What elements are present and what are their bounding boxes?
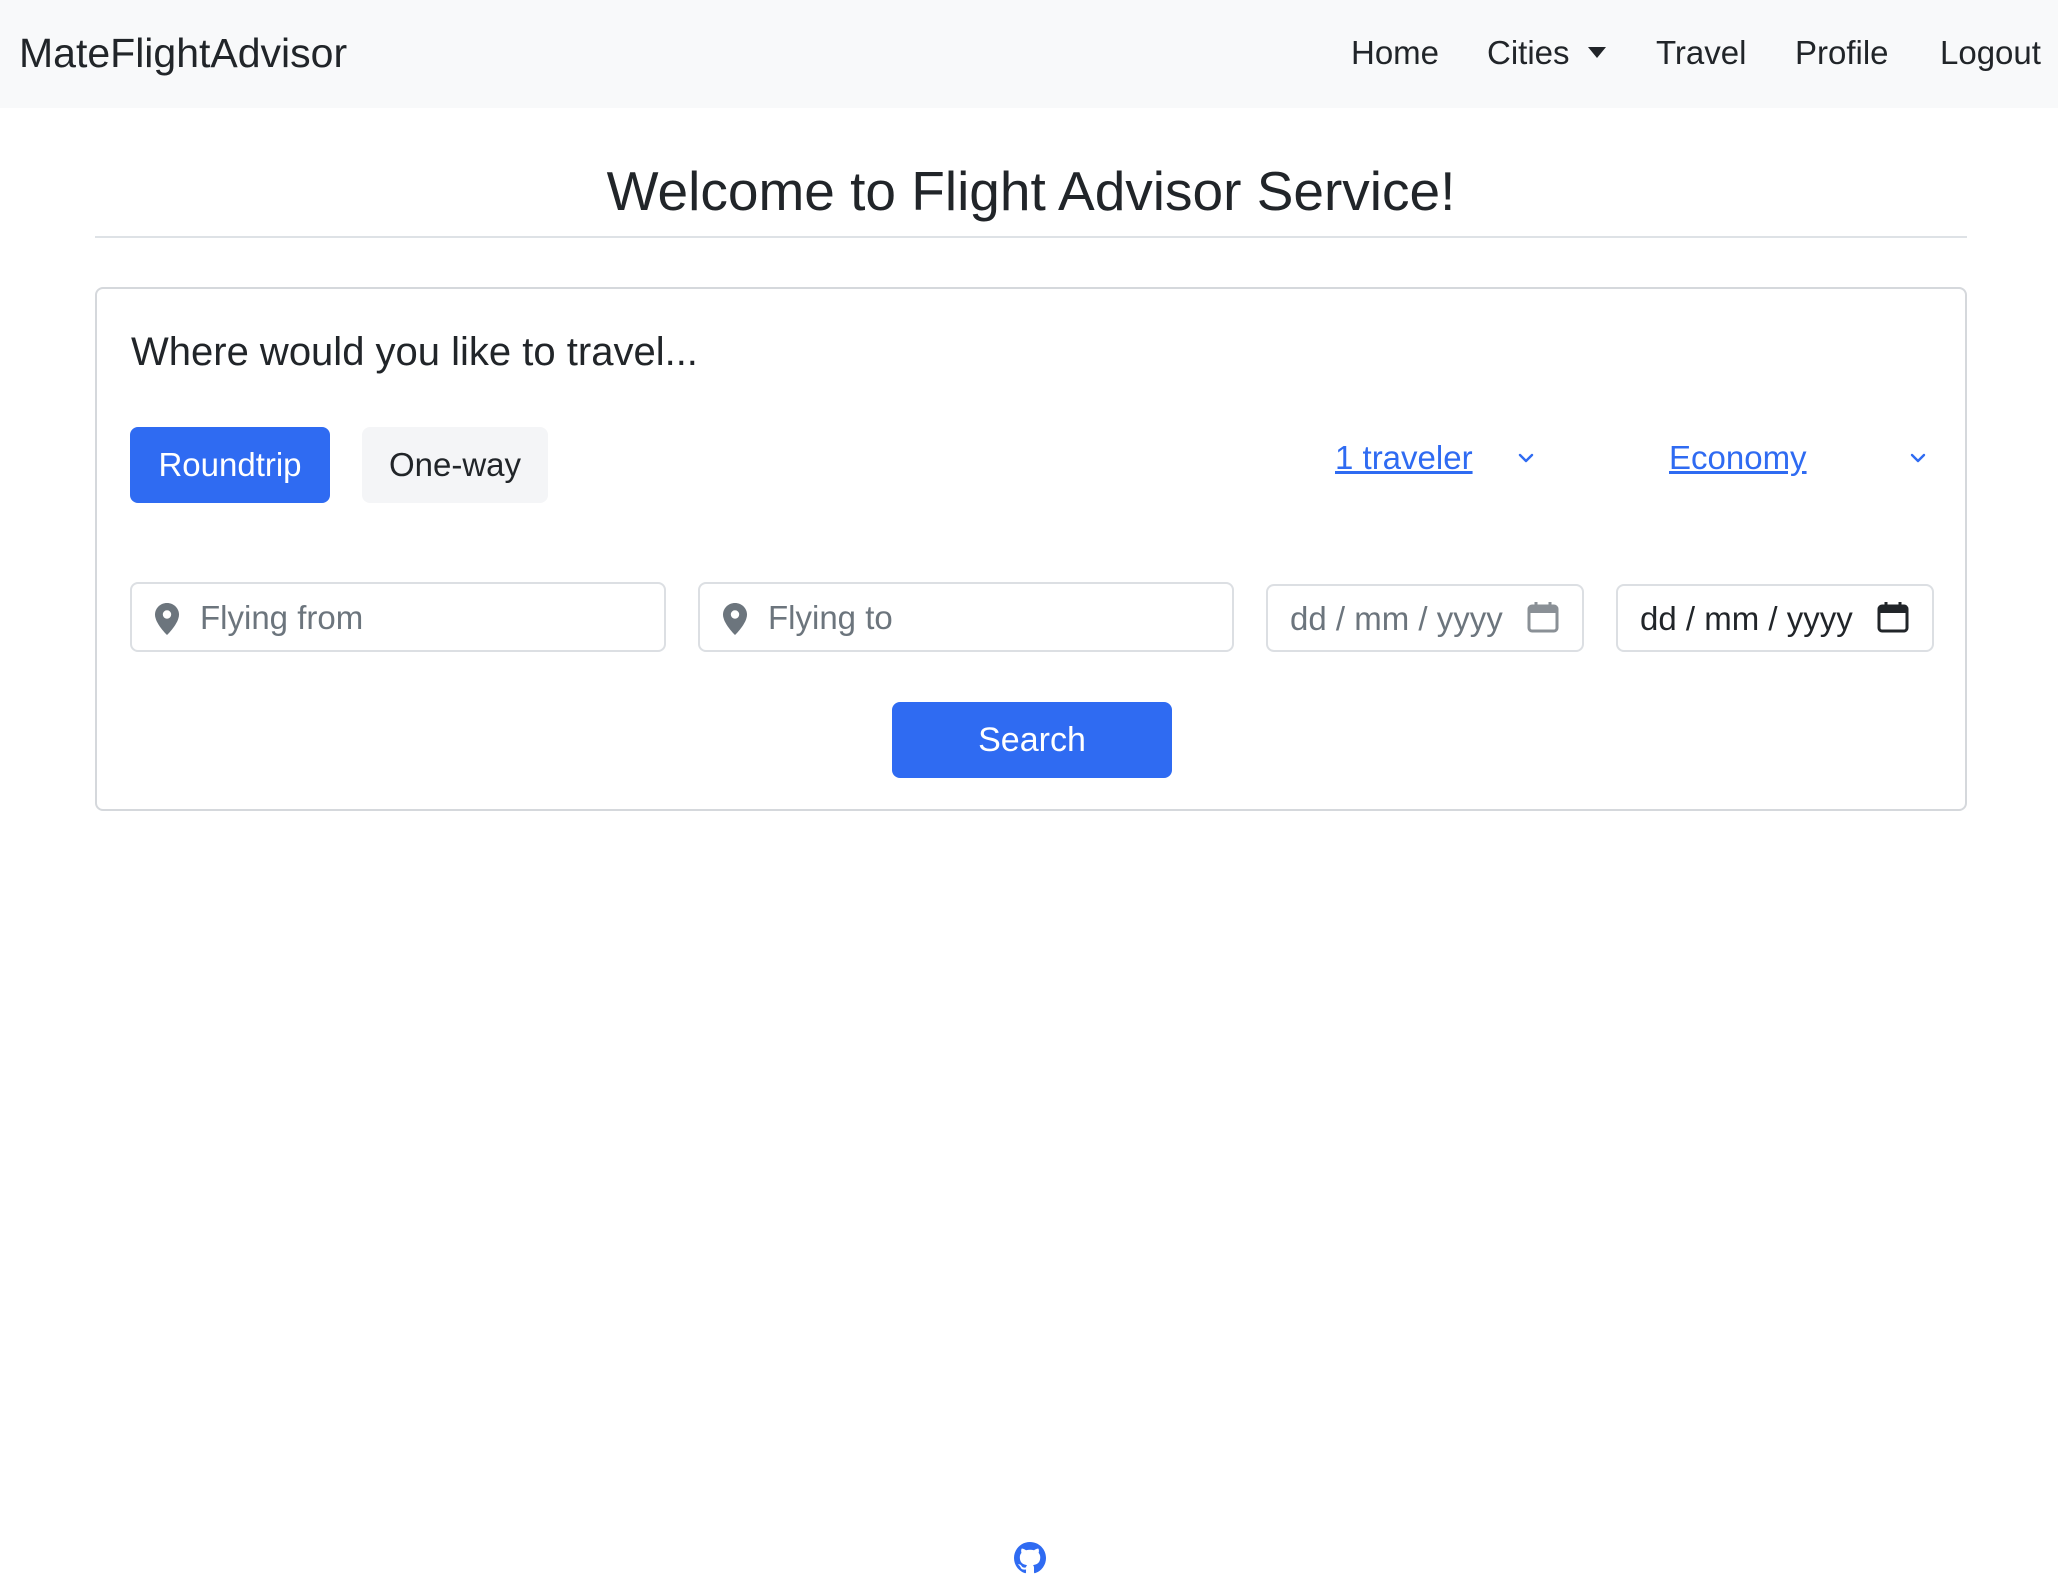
- brand-link[interactable]: MateFlightAdvisor: [19, 28, 347, 78]
- nav-cities-dropdown[interactable]: Cities: [1487, 30, 1606, 76]
- flying-from-input[interactable]: [200, 594, 640, 642]
- departure-date-input[interactable]: dd / mm / yyyy: [1266, 584, 1584, 652]
- roundtrip-button[interactable]: Roundtrip: [130, 427, 330, 503]
- top-navbar: MateFlightAdvisor Home Cities Travel Pro…: [0, 0, 2058, 108]
- chevron-down-icon[interactable]: [1907, 447, 1929, 469]
- flying-to-field[interactable]: [698, 582, 1234, 652]
- nav-cities-label: Cities: [1487, 34, 1570, 71]
- calendar-icon[interactable]: [1526, 600, 1560, 634]
- caret-down-icon: [1587, 47, 1606, 58]
- travelers-dropdown[interactable]: 1 traveler: [1335, 435, 1473, 481]
- return-date-text: dd / mm / yyyy: [1640, 600, 1853, 637]
- search-button[interactable]: Search: [892, 702, 1172, 778]
- cabin-class-dropdown[interactable]: Economy: [1669, 435, 1807, 481]
- nav-profile[interactable]: Profile: [1795, 30, 1889, 76]
- github-icon[interactable]: [1014, 1542, 1046, 1574]
- return-date-input[interactable]: dd / mm / yyyy: [1616, 584, 1934, 652]
- departure-date-text: dd / mm / yyyy: [1290, 600, 1503, 637]
- calendar-icon[interactable]: [1876, 600, 1910, 634]
- map-pin-icon: [155, 603, 179, 635]
- flying-to-input[interactable]: [768, 594, 1208, 642]
- nav-travel[interactable]: Travel: [1656, 30, 1746, 76]
- nav-home[interactable]: Home: [1351, 30, 1439, 76]
- chevron-down-icon[interactable]: [1515, 447, 1537, 469]
- map-pin-icon: [723, 603, 747, 635]
- one-way-button[interactable]: One-way: [362, 427, 548, 503]
- flight-search-card: Where would you like to travel... Roundt…: [95, 287, 1967, 811]
- card-heading: Where would you like to travel...: [131, 330, 698, 374]
- flying-from-field[interactable]: [130, 582, 666, 652]
- title-divider: [95, 236, 1967, 238]
- nav-logout[interactable]: Logout: [1940, 30, 2041, 76]
- page-title: Welcome to Flight Advisor Service!: [606, 160, 1456, 222]
